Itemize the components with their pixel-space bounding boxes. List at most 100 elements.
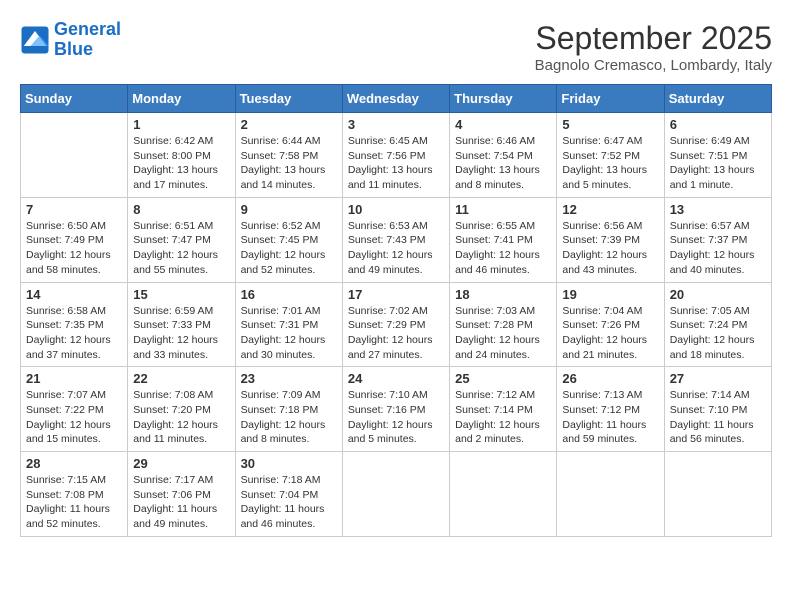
day-number: 6 xyxy=(670,117,766,132)
day-number: 28 xyxy=(26,456,122,471)
calendar-cell: 6Sunrise: 6:49 AMSunset: 7:51 PMDaylight… xyxy=(664,113,771,198)
day-number: 15 xyxy=(133,287,229,302)
logo: General Blue xyxy=(20,20,121,60)
day-number: 23 xyxy=(241,371,337,386)
logo-icon xyxy=(20,25,50,55)
day-info: Sunrise: 6:46 AMSunset: 7:54 PMDaylight:… xyxy=(455,134,551,193)
calendar-cell: 1Sunrise: 6:42 AMSunset: 8:00 PMDaylight… xyxy=(128,113,235,198)
day-info: Sunrise: 7:09 AMSunset: 7:18 PMDaylight:… xyxy=(241,388,337,447)
day-info: Sunrise: 6:56 AMSunset: 7:39 PMDaylight:… xyxy=(562,219,658,278)
calendar-cell: 12 Sunrise: 6:56 AMSunset: 7:39 PMDayligh… xyxy=(557,197,664,282)
day-number: 26 xyxy=(562,371,658,386)
calendar-cell: 2 Sunrise: 6:44 AMSunset: 7:58 PMDaylight… xyxy=(235,113,342,198)
day-info: Sunrise: 6:52 AMSunset: 7:45 PMDaylight:… xyxy=(241,219,337,278)
day-number: 11 xyxy=(455,202,551,217)
logo-text: General Blue xyxy=(54,20,121,60)
calendar-cell: 14 Sunrise: 6:58 AMSunset: 7:35 PMDayligh… xyxy=(21,282,128,367)
day-number: 22 xyxy=(133,371,229,386)
day-number: 7 xyxy=(26,202,122,217)
calendar-cell: 28 Sunrise: 7:15 AMSunset: 7:08 PMDayligh… xyxy=(21,452,128,537)
calendar-cell: 4Sunrise: 6:46 AMSunset: 7:54 PMDaylight… xyxy=(450,113,557,198)
calendar-cell xyxy=(450,452,557,537)
day-info: Sunrise: 6:50 AMSunset: 7:49 PMDaylight:… xyxy=(26,219,122,278)
day-number: 19 xyxy=(562,287,658,302)
calendar-cell: 15 Sunrise: 6:59 AMSunset: 7:33 PMDayligh… xyxy=(128,282,235,367)
weekday-header-friday: Friday xyxy=(557,85,664,113)
week-row-3: 14 Sunrise: 6:58 AMSunset: 7:35 PMDayligh… xyxy=(21,282,772,367)
day-info: Sunrise: 6:58 AMSunset: 7:35 PMDaylight:… xyxy=(26,304,122,363)
day-number: 30 xyxy=(241,456,337,471)
calendar-cell: 20 Sunrise: 7:05 AMSunset: 7:24 PMDayligh… xyxy=(664,282,771,367)
day-info: Sunrise: 6:57 AMSunset: 7:37 PMDaylight:… xyxy=(670,219,766,278)
day-number: 2 xyxy=(241,117,337,132)
calendar-cell: 3Sunrise: 6:45 AMSunset: 7:56 PMDaylight… xyxy=(342,113,449,198)
day-info: Sunrise: 7:08 AMSunset: 7:20 PMDaylight:… xyxy=(133,388,229,447)
calendar-cell: 24 Sunrise: 7:10 AMSunset: 7:16 PMDayligh… xyxy=(342,367,449,452)
day-number: 25 xyxy=(455,371,551,386)
day-info: Sunrise: 7:05 AMSunset: 7:24 PMDaylight:… xyxy=(670,304,766,363)
day-info: Sunrise: 7:18 AMSunset: 7:04 PMDaylight:… xyxy=(241,473,337,532)
day-info: Sunrise: 7:03 AMSunset: 7:28 PMDaylight:… xyxy=(455,304,551,363)
calendar-cell: 22 Sunrise: 7:08 AMSunset: 7:20 PMDayligh… xyxy=(128,367,235,452)
calendar-cell: 26 Sunrise: 7:13 AMSunset: 7:12 PMDayligh… xyxy=(557,367,664,452)
day-info: Sunrise: 7:15 AMSunset: 7:08 PMDaylight:… xyxy=(26,473,122,532)
weekday-header-sunday: Sunday xyxy=(21,85,128,113)
day-info: Sunrise: 7:07 AMSunset: 7:22 PMDaylight:… xyxy=(26,388,122,447)
day-number: 8 xyxy=(133,202,229,217)
calendar-cell: 5Sunrise: 6:47 AMSunset: 7:52 PMDaylight… xyxy=(557,113,664,198)
calendar-cell xyxy=(342,452,449,537)
day-info: Sunrise: 7:10 AMSunset: 7:16 PMDaylight:… xyxy=(348,388,444,447)
calendar-cell: 29 Sunrise: 7:17 AMSunset: 7:06 PMDayligh… xyxy=(128,452,235,537)
weekday-header-row: SundayMondayTuesdayWednesdayThursdayFrid… xyxy=(21,85,772,113)
day-number: 18 xyxy=(455,287,551,302)
day-number: 21 xyxy=(26,371,122,386)
day-number: 12 xyxy=(562,202,658,217)
day-info: Sunrise: 7:13 AMSunset: 7:12 PMDaylight:… xyxy=(562,388,658,447)
calendar-cell: 25 Sunrise: 7:12 AMSunset: 7:14 PMDayligh… xyxy=(450,367,557,452)
day-info: Sunrise: 7:17 AMSunset: 7:06 PMDaylight:… xyxy=(133,473,229,532)
calendar-cell: 16 Sunrise: 7:01 AMSunset: 7:31 PMDayligh… xyxy=(235,282,342,367)
day-info: Sunrise: 7:02 AMSunset: 7:29 PMDaylight:… xyxy=(348,304,444,363)
weekday-header-tuesday: Tuesday xyxy=(235,85,342,113)
header: General Blue September 2025 Bagnolo Crem… xyxy=(20,20,772,74)
day-info: Sunrise: 7:01 AMSunset: 7:31 PMDaylight:… xyxy=(241,304,337,363)
calendar-cell: 21 Sunrise: 7:07 AMSunset: 7:22 PMDayligh… xyxy=(21,367,128,452)
day-number: 3 xyxy=(348,117,444,132)
week-row-5: 28 Sunrise: 7:15 AMSunset: 7:08 PMDayligh… xyxy=(21,452,772,537)
day-number: 24 xyxy=(348,371,444,386)
calendar-cell xyxy=(664,452,771,537)
day-info: Sunrise: 6:44 AMSunset: 7:58 PMDaylight:… xyxy=(241,134,337,193)
week-row-2: 7 Sunrise: 6:50 AMSunset: 7:49 PMDaylight… xyxy=(21,197,772,282)
day-info: Sunrise: 6:59 AMSunset: 7:33 PMDaylight:… xyxy=(133,304,229,363)
day-info: Sunrise: 6:55 AMSunset: 7:41 PMDaylight:… xyxy=(455,219,551,278)
day-info: Sunrise: 6:53 AMSunset: 7:43 PMDaylight:… xyxy=(348,219,444,278)
day-number: 14 xyxy=(26,287,122,302)
calendar-cell: 30 Sunrise: 7:18 AMSunset: 7:04 PMDayligh… xyxy=(235,452,342,537)
calendar-cell: 7 Sunrise: 6:50 AMSunset: 7:49 PMDaylight… xyxy=(21,197,128,282)
day-number: 20 xyxy=(670,287,766,302)
calendar-cell: 8 Sunrise: 6:51 AMSunset: 7:47 PMDaylight… xyxy=(128,197,235,282)
day-number: 29 xyxy=(133,456,229,471)
calendar-cell: 19Sunrise: 7:04 AMSunset: 7:26 PMDayligh… xyxy=(557,282,664,367)
calendar-cell: 18 Sunrise: 7:03 AMSunset: 7:28 PMDayligh… xyxy=(450,282,557,367)
calendar-cell: 11 Sunrise: 6:55 AMSunset: 7:41 PMDayligh… xyxy=(450,197,557,282)
day-number: 10 xyxy=(348,202,444,217)
day-number: 16 xyxy=(241,287,337,302)
day-number: 13 xyxy=(670,202,766,217)
calendar-cell: 9 Sunrise: 6:52 AMSunset: 7:45 PMDaylight… xyxy=(235,197,342,282)
calendar-cell: 27Sunrise: 7:14 AMSunset: 7:10 PMDayligh… xyxy=(664,367,771,452)
day-info: Sunrise: 7:12 AMSunset: 7:14 PMDaylight:… xyxy=(455,388,551,447)
week-row-4: 21 Sunrise: 7:07 AMSunset: 7:22 PMDayligh… xyxy=(21,367,772,452)
weekday-header-saturday: Saturday xyxy=(664,85,771,113)
page-title: September 2025 xyxy=(535,20,772,57)
day-number: 5 xyxy=(562,117,658,132)
day-number: 27 xyxy=(670,371,766,386)
calendar-table: SundayMondayTuesdayWednesdayThursdayFrid… xyxy=(20,84,772,537)
calendar-cell: 10 Sunrise: 6:53 AMSunset: 7:43 PMDayligh… xyxy=(342,197,449,282)
weekday-header-monday: Monday xyxy=(128,85,235,113)
day-info: Sunrise: 6:42 AMSunset: 8:00 PMDaylight:… xyxy=(133,134,229,193)
day-number: 9 xyxy=(241,202,337,217)
page-subtitle: Bagnolo Cremasco, Lombardy, Italy xyxy=(535,57,772,74)
calendar-cell: 17Sunrise: 7:02 AMSunset: 7:29 PMDayligh… xyxy=(342,282,449,367)
day-info: Sunrise: 6:51 AMSunset: 7:47 PMDaylight:… xyxy=(133,219,229,278)
